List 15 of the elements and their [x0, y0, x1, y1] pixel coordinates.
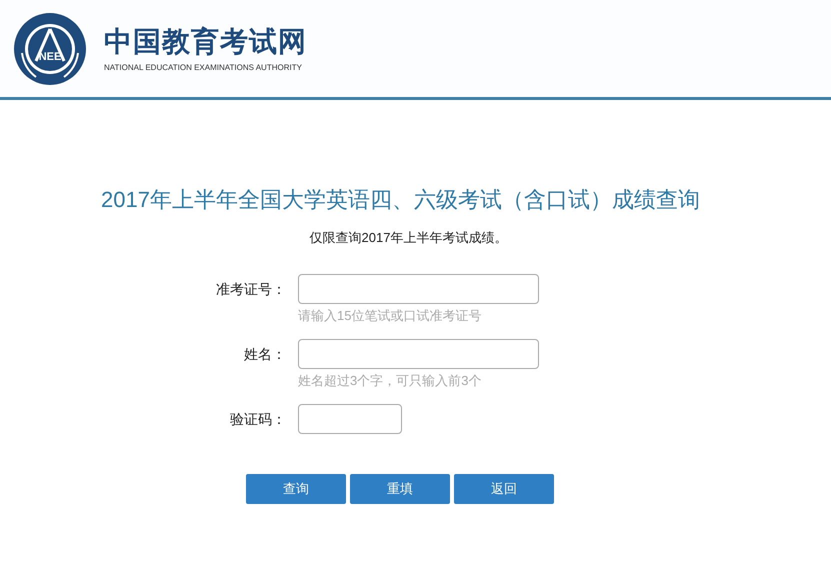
- field-hint: 请输入15位笔试或口试准考证号: [298, 306, 482, 324]
- site-name-english: NATIONAL EDUCATION EXAMINATIONS AUTHORITY: [104, 62, 303, 72]
- form-button[interactable]: 返回: [454, 474, 554, 504]
- input-field[interactable]: [298, 338, 539, 368]
- field-hint: 姓名超过3个字，可只输入前3个: [298, 372, 482, 390]
- field-label: 准考证号：: [215, 280, 287, 298]
- notice-text: 仅限查询2017年上半年考试成绩。: [308, 229, 508, 247]
- form-button[interactable]: 重填: [350, 474, 450, 504]
- field-label: 验证码：: [229, 410, 287, 428]
- field-label: 姓名：: [243, 344, 287, 364]
- input-field[interactable]: [298, 404, 402, 434]
- site-name: 中国教育考试网: [104, 26, 307, 56]
- input-field[interactable]: [298, 274, 539, 304]
- page-title: 2017年上半年全国大学英语四、六级考试（含口试）成绩查询: [100, 186, 701, 214]
- form-button[interactable]: 查询: [246, 474, 346, 504]
